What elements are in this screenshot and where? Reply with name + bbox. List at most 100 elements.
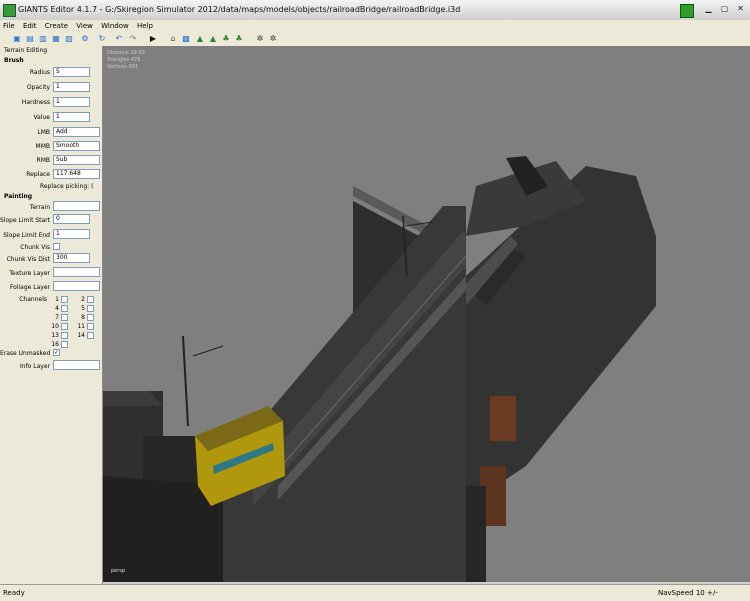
rmb-label: RMB (36, 157, 50, 164)
info-layer-input[interactable] (53, 360, 100, 370)
title-bar: GIANTS Editor 4.1.7 - G:/Skiregion Simul… (0, 0, 750, 21)
channel-checkbox[interactable] (87, 323, 94, 330)
channel-checkbox[interactable] (61, 314, 68, 321)
channel-label: 2 (81, 296, 85, 303)
rmb-select[interactable]: Sub (53, 155, 100, 165)
lmb-select[interactable]: Add (53, 127, 100, 137)
brush-heading: Brush (4, 57, 24, 64)
channel-label: 4 (55, 305, 59, 312)
status-text: Ready (3, 589, 25, 597)
undo-icon[interactable]: ↶ (114, 34, 124, 44)
radius-label: Radius (29, 69, 50, 76)
replace-label: Replace (26, 171, 50, 178)
mmb-select[interactable]: Smooth (53, 141, 100, 151)
channels-label: Channels (19, 296, 47, 303)
opacity-label: Opacity (26, 84, 50, 91)
mmb-label: MMB (35, 143, 50, 150)
minimize-button[interactable]: ▁ (703, 4, 714, 14)
slope-limit-end-input[interactable]: 1 (53, 229, 90, 239)
slope-limit-start-input[interactable]: 0 (53, 214, 90, 224)
texture-layer-label: Texture Layer (9, 270, 50, 277)
value-label: Value (33, 114, 50, 121)
channel-checkbox[interactable] (61, 341, 68, 348)
replace-picking-label: Replace picking: ( (40, 183, 94, 190)
vertices-stat: Vertices 681 (107, 64, 139, 70)
terrain-label: Terrain (29, 204, 50, 211)
status-green-icon[interactable] (680, 4, 694, 18)
3d-viewport[interactable]: Distance 29.93 Triangles 476 Vertices 68… (103, 46, 466, 582)
channel-checkbox[interactable] (87, 296, 94, 303)
scene-render-right (466, 156, 656, 582)
erase-unmasked-checkbox[interactable]: ✓ (53, 349, 60, 356)
menu-file[interactable]: File (0, 20, 18, 32)
channel-label: 1 (55, 296, 59, 303)
snap-icon[interactable]: ✲ (255, 34, 265, 44)
redo-icon[interactable]: ↷ (128, 34, 138, 44)
channel-label: 5 (81, 305, 85, 312)
channel-checkbox[interactable] (61, 305, 68, 312)
channel-checkbox[interactable] (61, 323, 68, 330)
channel-checkbox[interactable] (61, 296, 68, 303)
channel-checkbox[interactable] (87, 305, 94, 312)
lmb-label: LMB (37, 129, 50, 136)
maximize-button[interactable]: ▢ (719, 4, 730, 14)
home-icon[interactable]: ⌂ (168, 34, 178, 44)
info-layer-label: Info Layer (20, 363, 50, 370)
replace-input[interactable]: 117.648 (53, 169, 100, 179)
channel-label: 13 (51, 332, 59, 339)
3d-viewport-right[interactable] (466, 46, 750, 582)
open-file-icon[interactable]: ▤ (25, 34, 35, 44)
value-input[interactable]: 1 (53, 112, 90, 122)
foliage-layer-label: Foliage Layer (9, 284, 50, 291)
menu-window[interactable]: Window (98, 20, 132, 32)
slope-limit-end-label: Slope Limit End (3, 232, 50, 239)
window-title: GIANTS Editor 4.1.7 - G:/Skiregion Simul… (18, 5, 461, 14)
new-file-icon[interactable]: ▣ (12, 34, 22, 44)
channel-label: 14 (77, 332, 85, 339)
play-icon[interactable]: ▶ (148, 34, 158, 44)
settings-icon[interactable]: ⚙ (80, 34, 90, 44)
menu-help[interactable]: Help (134, 20, 156, 32)
channel-checkbox[interactable] (87, 314, 94, 321)
opacity-input[interactable]: 1 (53, 82, 90, 92)
close-button[interactable]: ✕ (735, 4, 746, 14)
save-as-icon[interactable]: ▧ (64, 34, 74, 44)
radius-input[interactable]: 5 (53, 67, 90, 77)
hardness-input[interactable]: 1 (53, 97, 90, 107)
terrain-editing-panel: Terrain Editing Brush Radius 5 Opacity 1… (0, 46, 103, 584)
distance-stat: Distance 29.93 (107, 50, 145, 56)
foliage-icon[interactable]: ♣ (221, 34, 231, 44)
chunk-vis-dist-label: Chunk Vis Dist (6, 256, 50, 263)
toolbar: ▣ ▤ ▥ ▦ ▧ ⚙ ↻ ↶ ↷ ▶ ⌂ ▩ ▲ ▲ ♣ ♣ ✲ ✲ (0, 32, 750, 47)
chunk-vis-checkbox[interactable] (53, 243, 60, 250)
texture-layer-input[interactable] (53, 267, 100, 277)
nav-speed: NavSpeed 10 +/- (658, 589, 718, 597)
channel-label: 10 (51, 323, 59, 330)
painting-heading: Painting (4, 193, 33, 200)
terrain-input[interactable] (53, 201, 100, 211)
camera-label: persp (111, 568, 126, 574)
channel-label: 11 (77, 323, 85, 330)
scene-render (103, 186, 466, 582)
save-icon[interactable]: ▦ (51, 34, 61, 44)
menu-create[interactable]: Create (42, 20, 71, 32)
snap-grid-icon[interactable]: ✲ (268, 34, 278, 44)
camera-icon[interactable]: ▩ (181, 34, 191, 44)
chunk-vis-label: Chunk Vis (20, 244, 50, 251)
terrain-paint-icon[interactable]: ▲ (208, 34, 218, 44)
foliage-layer-input[interactable] (53, 281, 100, 291)
channel-checkbox[interactable] (87, 332, 94, 339)
erase-unmasked-label: Erase Unmasked (0, 350, 51, 357)
hardness-label: Hardness (21, 99, 50, 106)
chunk-vis-dist-input[interactable]: 300 (53, 253, 90, 263)
slope-limit-start-label: Slope Limit Start (0, 217, 50, 224)
channel-checkbox[interactable] (61, 332, 68, 339)
app-icon (3, 4, 16, 17)
channel-label: 7 (55, 314, 59, 321)
menu-edit[interactable]: Edit (20, 20, 40, 32)
import-icon[interactable]: ▥ (38, 34, 48, 44)
terrain-icon[interactable]: ▲ (195, 34, 205, 44)
foliage-paint-icon[interactable]: ♣ (234, 34, 244, 44)
menu-view[interactable]: View (73, 20, 96, 32)
refresh-icon[interactable]: ↻ (97, 34, 107, 44)
